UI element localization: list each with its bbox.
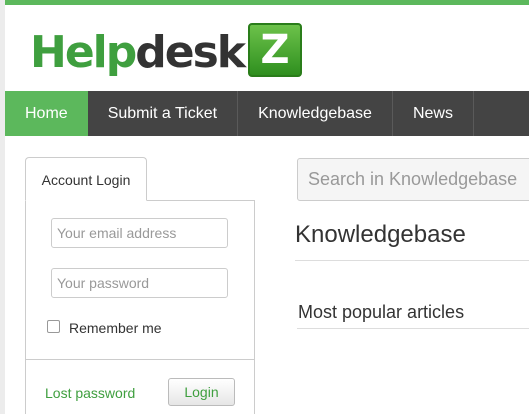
nav-news[interactable]: News [393,91,474,136]
top-accent-bar [5,0,529,5]
nav-knowledgebase[interactable]: Knowledgebase [238,91,393,136]
search-input[interactable] [297,158,529,201]
logo-wordmark: Helpdesk [30,31,246,75]
account-login-panel: Remember me Lost password Login [25,200,255,414]
password-field[interactable] [51,268,228,298]
nav-submit-ticket[interactable]: Submit a Ticket [88,91,239,136]
nav-home[interactable]: Home [5,91,88,136]
login-button[interactable]: Login [168,378,235,406]
remember-me-row: Remember me [47,319,162,336]
logo-help-text: Help [30,27,137,78]
remember-me-label[interactable]: Remember me [69,320,162,336]
logo-desk-text: desk [135,27,246,78]
popular-articles-heading: Most popular articles [298,302,465,322]
logo-z-badge: Z [248,23,303,77]
page-title: Knowledgebase [295,221,466,248]
helpdeskz-logo[interactable]: Helpdesk Z [30,21,303,77]
title-divider [295,260,529,261]
tab-account-login[interactable]: Account Login [25,157,147,201]
main-navbar: Home Submit a Ticket Knowledgebase News [5,91,529,136]
panel-divider [26,359,254,360]
popular-divider [297,328,529,329]
remember-me-checkbox[interactable] [47,319,60,333]
email-field[interactable] [51,218,228,248]
page-left-edge [0,0,5,414]
lost-password-link[interactable]: Lost password [45,385,135,401]
